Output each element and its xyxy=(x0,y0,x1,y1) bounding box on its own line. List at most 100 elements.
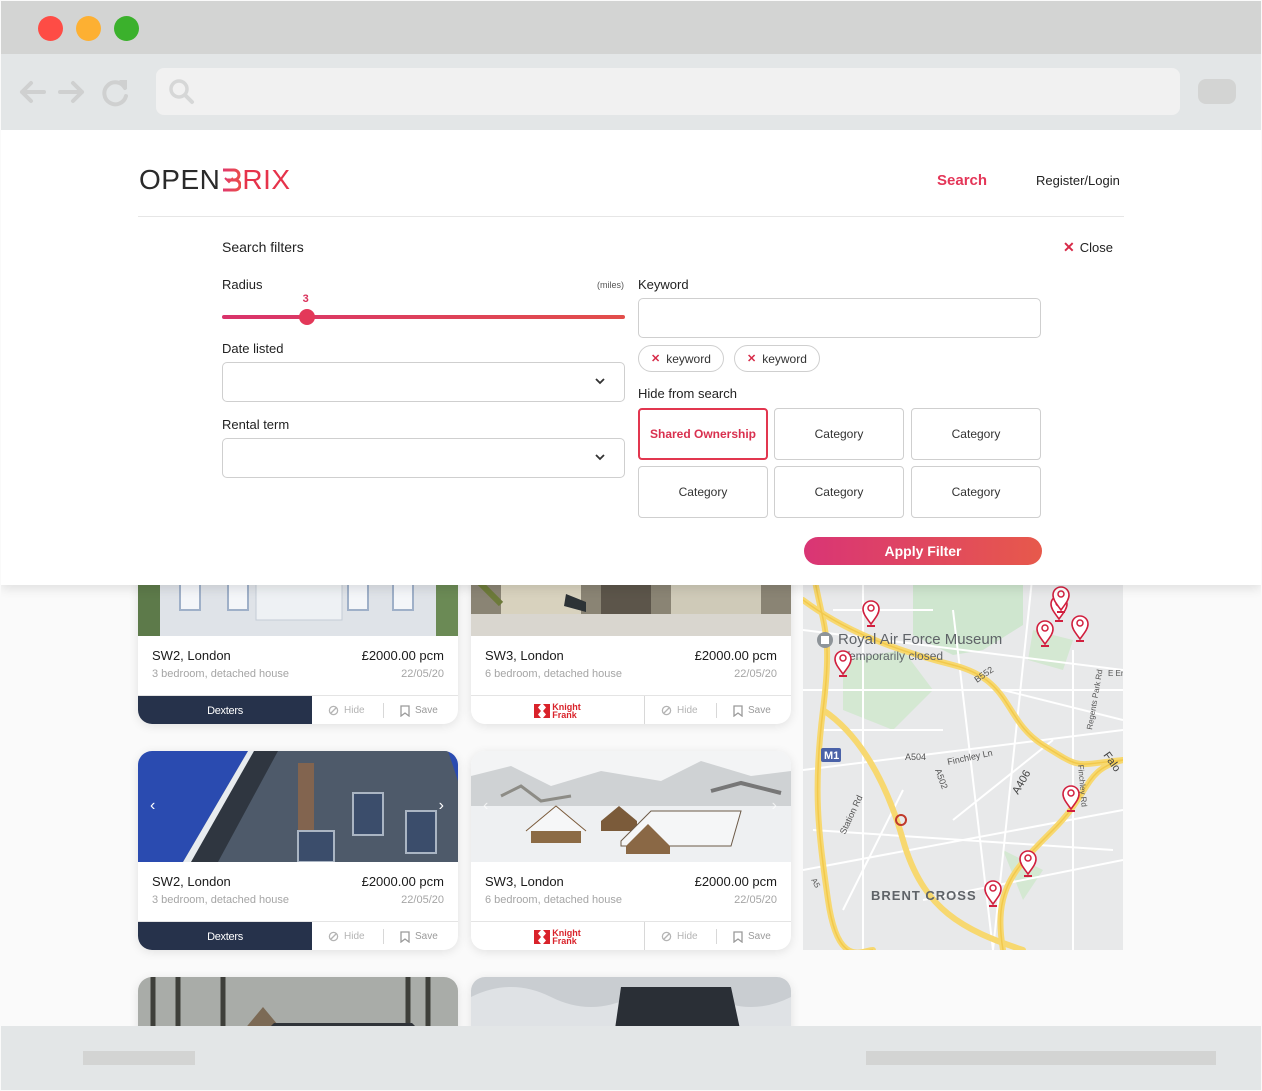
hide-icon xyxy=(661,705,672,716)
listing-card[interactable] xyxy=(471,977,791,1026)
listing-description: 3 bedroom, detached house xyxy=(152,668,289,680)
listing-footer: Knight Frank Hide Save xyxy=(471,695,791,724)
search-filter-panel: OPEN RIX Search Register/Login Search fi… xyxy=(1,130,1261,585)
radius-value: 3 xyxy=(302,293,309,305)
prev-photo-arrow[interactable]: ‹ xyxy=(150,797,155,815)
map-motorway-label: M1 xyxy=(824,750,839,762)
category-toggle[interactable]: Category xyxy=(638,466,768,518)
divider xyxy=(383,929,384,944)
map-view[interactable]: Royal Air Force Museum Temporarily close… xyxy=(803,570,1123,950)
listing-date: 22/05/20 xyxy=(401,668,444,680)
category-toggle[interactable]: Category xyxy=(774,466,904,518)
agent-name-line2: Frank xyxy=(552,709,577,720)
remove-chip-icon[interactable]: ✕ xyxy=(651,352,660,365)
listing-info: SW3, London £2000.00 pcm 6 bedroom, deta… xyxy=(471,862,791,920)
listing-location: SW3, London xyxy=(485,648,564,663)
listing-photo[interactable] xyxy=(138,977,458,1026)
next-photo-arrow[interactable]: › xyxy=(439,797,444,815)
prev-photo-arrow[interactable]: ‹ xyxy=(483,797,488,815)
rental-term-label: Rental term xyxy=(222,417,290,432)
listing-info: SW2, London £2000.00 pcm 3 bedroom, deta… xyxy=(138,636,458,694)
keyword-chip[interactable]: ✕ keyword xyxy=(734,345,820,372)
bookmark-icon xyxy=(400,930,410,943)
date-listed-label: Date listed xyxy=(222,341,284,356)
hide-icon xyxy=(328,931,339,942)
openbrix-logo[interactable]: OPEN RIX xyxy=(139,164,291,196)
chevron-down-icon xyxy=(595,454,605,461)
divider xyxy=(716,703,717,718)
date-listed-select[interactable] xyxy=(222,362,625,402)
forward-arrow-icon[interactable] xyxy=(56,76,88,108)
save-button[interactable]: Save xyxy=(400,696,438,724)
listing-photo[interactable] xyxy=(138,751,458,863)
address-bar[interactable] xyxy=(156,68,1180,115)
chip-label: keyword xyxy=(666,351,711,366)
nav-search-link[interactable]: Search xyxy=(937,172,987,189)
save-label: Save xyxy=(748,705,771,716)
listing-card[interactable]: SW2, London £2000.00 pcm 3 bedroom, deta… xyxy=(138,564,458,724)
close-window-button[interactable] xyxy=(38,16,63,41)
listing-price: £2000.00 pcm xyxy=(694,648,777,663)
hide-from-search-label: Hide from search xyxy=(638,386,737,401)
listing-footer: Dexters Hide Save xyxy=(138,921,458,950)
reload-icon[interactable] xyxy=(100,76,132,108)
hide-button[interactable]: Hide xyxy=(328,696,365,724)
save-label: Save xyxy=(415,931,438,942)
map-canvas[interactable]: Royal Air Force Museum Temporarily close… xyxy=(803,570,1123,950)
map-poi-status: Temporarily closed xyxy=(843,649,943,663)
back-arrow-icon[interactable] xyxy=(16,76,48,108)
hide-button[interactable]: Hide xyxy=(328,922,365,950)
browser-toolbar xyxy=(1,54,1261,130)
next-photo-arrow[interactable]: › xyxy=(772,797,777,815)
listing-photo[interactable] xyxy=(471,977,791,1026)
rental-term-select[interactable] xyxy=(222,438,625,478)
close-filters-button[interactable]: ✕ Close xyxy=(1063,239,1113,256)
maximize-window-button[interactable] xyxy=(114,16,139,41)
map-area-label: BRENT CROSS xyxy=(871,888,977,903)
listing-price: £2000.00 pcm xyxy=(694,874,777,889)
listing-photo[interactable] xyxy=(471,751,791,862)
hide-label: Hide xyxy=(677,931,698,942)
listing-card[interactable]: ‹ › SW2, London £2000.00 pcm 3 bedroom, … xyxy=(138,751,458,950)
agent-button[interactable]: Dexters xyxy=(138,696,312,724)
listing-date: 22/05/20 xyxy=(734,894,777,906)
listing-location: SW2, London xyxy=(152,648,231,663)
keyword-input[interactable] xyxy=(638,298,1041,338)
listing-card[interactable]: ‹ › SW3, London £2000.00 pcm 6 bedroom, … xyxy=(471,751,791,950)
keyword-chip[interactable]: ✕ keyword xyxy=(638,345,724,372)
chevron-down-icon xyxy=(595,378,605,385)
listing-info: SW2, London £2000.00 pcm 3 bedroom, deta… xyxy=(138,862,458,920)
agent-button[interactable]: Dexters xyxy=(138,922,312,950)
hide-icon xyxy=(661,931,672,942)
hide-button[interactable]: Hide xyxy=(661,922,698,950)
listing-card[interactable] xyxy=(138,977,458,1026)
apply-filter-button[interactable]: Apply Filter xyxy=(804,537,1042,565)
remove-chip-icon[interactable]: ✕ xyxy=(747,352,756,365)
extension-button[interactable] xyxy=(1198,79,1236,104)
logo-b-mark xyxy=(223,168,242,192)
keyword-label: Keyword xyxy=(638,277,689,292)
listing-location: SW3, London xyxy=(485,874,564,889)
category-toggle-shared-ownership[interactable]: Shared Ownership xyxy=(638,408,768,460)
save-button[interactable]: Save xyxy=(733,922,771,950)
save-button[interactable]: Save xyxy=(733,696,771,724)
radius-slider-track[interactable] xyxy=(222,315,625,319)
close-icon: ✕ xyxy=(1063,239,1075,255)
agent-name-line2: Frank xyxy=(552,935,577,946)
agent-button[interactable]: Knight Frank xyxy=(471,922,645,950)
hide-button[interactable]: Hide xyxy=(661,696,698,724)
listing-description: 6 bedroom, detached house xyxy=(485,894,622,906)
save-label: Save xyxy=(415,705,438,716)
radius-slider-handle[interactable] xyxy=(298,309,315,325)
nav-register-login-link[interactable]: Register/Login xyxy=(1036,173,1120,188)
agent-button[interactable]: Knight Frank xyxy=(471,696,645,724)
minimize-window-button[interactable] xyxy=(76,16,101,41)
save-button[interactable]: Save xyxy=(400,922,438,950)
category-toggle[interactable]: Category xyxy=(774,408,904,460)
category-toggle[interactable]: Category xyxy=(911,466,1041,518)
category-toggle[interactable]: Category xyxy=(911,408,1041,460)
listing-card[interactable]: SW3, London £2000.00 pcm 6 bedroom, deta… xyxy=(471,564,791,724)
map-road-label: E En xyxy=(1108,669,1123,678)
listing-price: £2000.00 pcm xyxy=(361,874,444,889)
listing-date: 22/05/20 xyxy=(734,668,777,680)
